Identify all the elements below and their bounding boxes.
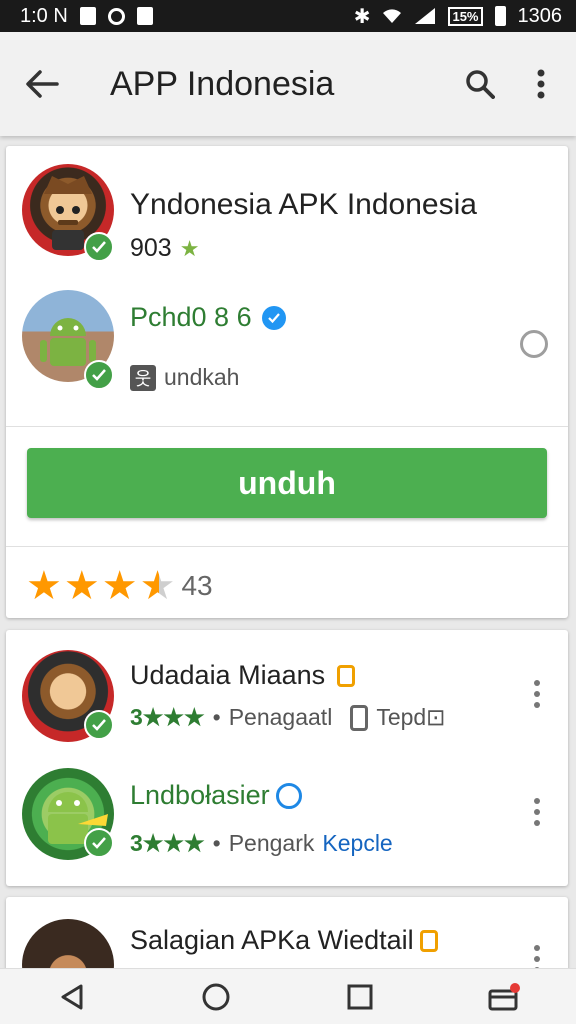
nav-recents-icon (347, 984, 373, 1009)
app-title: Yndonesia APK Indonesia (130, 188, 477, 221)
person-icon: 웃 (130, 364, 156, 391)
star-half-icon: ★ (139, 564, 176, 608)
divider (6, 426, 568, 427)
app-list-card: Salagian APKa Wiedtail (6, 897, 568, 977)
developer-sub-text: undkah (164, 364, 240, 390)
badge-icon (337, 664, 356, 687)
list-item-extra: Tepd⊡ (376, 704, 446, 730)
store-icon (488, 982, 520, 1010)
nav-back-button[interactable] (42, 969, 102, 1024)
device-icon (350, 704, 369, 731)
list-item-category: Pengark (228, 830, 315, 856)
nav-home-icon (202, 983, 230, 1010)
signal-icon (415, 8, 436, 24)
nav-home-button[interactable] (186, 969, 246, 1024)
app-bar: APP Indonesia (0, 32, 576, 136)
bluetooth-icon: ✱ (353, 5, 371, 28)
nav-recents-button[interactable] (330, 969, 390, 1024)
system-nav-bar (0, 968, 576, 1024)
verified-check-icon (84, 360, 114, 390)
separator: • (212, 704, 221, 730)
list-item-title: Udadaia Miaans (130, 660, 356, 691)
verified-check-icon (84, 828, 114, 858)
rating-count: 903 (130, 234, 172, 262)
more-vert-icon[interactable] (522, 674, 552, 714)
info-badge-icon (275, 782, 302, 809)
search-button[interactable] (448, 32, 512, 136)
list-item-category: Penagaatl (228, 704, 333, 730)
wifi-icon (383, 9, 402, 23)
list-item-meta: 3★★★ • Penagaatl Tepd⊡ (130, 704, 445, 731)
list-item[interactable]: Udadaia Miaans 3★★★ • Penagaatl Tepd⊡ (6, 630, 568, 756)
select-radio[interactable] (520, 330, 548, 358)
sync-icon (107, 7, 125, 25)
bag-icon (136, 7, 153, 25)
app-rating-row: 903 ★ (130, 234, 199, 263)
rating-stars: ★ ★ ★ ★ 43 (26, 566, 213, 606)
list-item-title-text: Udadaia Miaans (130, 660, 326, 690)
list-item-rating: 3★★★ (130, 704, 205, 730)
page-title: APP Indonesia (110, 64, 335, 103)
star-icon: ★ (63, 564, 100, 608)
nav-back-icon (61, 984, 83, 1009)
review-count: 43 (181, 570, 213, 601)
install-button[interactable]: unduh (27, 448, 547, 518)
list-item-title-text: Lndbołasier (130, 780, 270, 810)
verified-icon (261, 305, 286, 330)
star-icon: ★ (101, 564, 138, 608)
list-item-title: Salagian APKa Wiedtail (130, 925, 438, 956)
back-button[interactable] (0, 32, 84, 136)
more-vert-icon[interactable] (522, 792, 552, 832)
list-item-title: Lndbołasier (130, 780, 302, 811)
battery-icon (494, 6, 506, 26)
notification-icon (79, 7, 96, 25)
developer-name-text: Pchd0 8 6 (130, 302, 252, 332)
verified-check-icon (84, 710, 114, 740)
separator: • (212, 830, 221, 856)
more-vert-icon (537, 69, 545, 99)
list-item-rating: 3★★★ (130, 830, 205, 856)
developer-name[interactable]: Pchd0 8 6 (130, 302, 286, 333)
app-detail-card: Yndonesia APK Indonesia 903 ★ Pchd0 8 6 … (6, 146, 568, 618)
search-icon (466, 70, 495, 99)
list-item-extra[interactable]: Kepcle (322, 830, 392, 857)
list-item-meta: 3★★★ • Pengark Kepcle (130, 830, 393, 857)
list-item-title-text: Salagian APKa Wiedtail (130, 925, 414, 955)
developer-subtitle: 웃 undkah (130, 364, 239, 391)
nav-store-button[interactable] (474, 969, 534, 1024)
status-right: ✱ 15% 1306 (354, 4, 562, 29)
app-list-card: Udadaia Miaans 3★★★ • Penagaatl Tepd⊡ Ln… (6, 630, 568, 886)
status-bar: 1:0 N ✱ 15% 1306 (0, 0, 576, 32)
battery-percent: 15% (448, 6, 483, 26)
back-arrow-icon (26, 70, 59, 98)
overflow-menu-button[interactable] (512, 32, 570, 136)
list-item[interactable]: Salagian APKa Wiedtail (6, 897, 568, 977)
verified-check-icon (84, 232, 114, 262)
status-right-time: 1306 (517, 4, 563, 27)
badge-icon (419, 929, 438, 952)
status-time: 1:0 N (20, 4, 68, 27)
star-icon: ★ (179, 235, 200, 261)
star-icon: ★ (26, 564, 62, 608)
status-left: 1:0 N (20, 5, 153, 28)
divider (6, 546, 568, 547)
list-item[interactable]: Lndbołasier 3★★★ • Pengark Kepcle (6, 756, 568, 886)
